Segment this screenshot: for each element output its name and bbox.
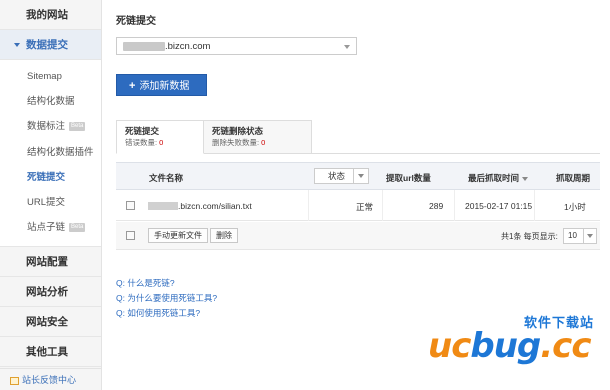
page-size-value: 10 <box>568 231 577 240</box>
nav-section-other-tools[interactable]: 其他工具 <box>0 337 101 368</box>
nav-section-site-analysis[interactable]: 网站分析 <box>0 277 101 308</box>
tab-subtitle: 删除失败数量: 0 <box>212 138 266 147</box>
subnav-item-sitemap[interactable]: Sitemap <box>0 64 101 89</box>
delete-button[interactable]: 删除 <box>210 228 238 243</box>
add-new-data-button[interactable]: + 添加新数据 <box>116 74 207 96</box>
faq-link-how[interactable]: Q: 如何使用死链工具? <box>116 306 217 321</box>
nav-section-site-security[interactable]: 网站安全 <box>0 307 101 338</box>
nav-section-my-site[interactable]: 我的网站 <box>0 0 101 30</box>
faq-link-what[interactable]: Q: 什么是死链? <box>116 276 217 291</box>
table-header: 文件名称 状态 提取url数量 最后抓取时间 抓取周期 <box>116 162 600 190</box>
beta-badge: Beta <box>69 223 86 233</box>
subnav-item-sitelinks[interactable]: 站点子链 Beta <box>0 215 101 240</box>
main-content: 死链提交 .bizcn.com + 添加新数据 死链提交 错误数量: 0 死链删除状… <box>102 0 610 390</box>
row-last-crawl: 2015-02-17 01:15 <box>465 201 533 211</box>
tab-divider <box>312 153 600 154</box>
nav-section-site-config[interactable]: 网站配置 <box>0 247 101 278</box>
row-checkbox[interactable] <box>126 201 135 210</box>
caret-down-icon <box>14 43 20 48</box>
page-title: 死链提交 <box>116 16 156 27</box>
col-crawl-cycle: 抓取周期 <box>556 173 591 183</box>
page-size-select[interactable]: 10 <box>563 228 597 244</box>
subnav-item-url-submit[interactable]: URL提交 <box>0 190 101 215</box>
faq-list: Q: 什么是死链? Q: 为什么要使用死链工具? Q: 如何使用死链工具? <box>116 276 217 321</box>
site-select-value: .bizcn.com <box>165 41 211 52</box>
watermark-brand: ucbug.cc <box>428 326 591 366</box>
chevron-down-icon <box>587 234 593 238</box>
error-count: 0 <box>159 138 164 147</box>
subnav-item-label: 数据标注 <box>27 121 66 133</box>
pager-text: 共1条 每页显示: <box>501 232 558 241</box>
sidebar: 我的网站 数据提交 Sitemap 结构化数据 数据标注 Beta 结构化数据插件… <box>0 0 102 390</box>
col-file-name: 文件名称 <box>149 173 184 183</box>
table-actions: 手动更新文件 删除 共1条 每页显示: 10 <box>116 222 600 250</box>
tab-deadlink-delete-status[interactable]: 死链删除状态 删除失败数量: 0 <box>204 120 312 154</box>
nav-section-data-submit[interactable]: 数据提交 <box>0 30 101 60</box>
redacted-domain <box>123 42 165 51</box>
table-row: .bizcn.com/silian.txt 正常 289 2015-02-17 … <box>116 190 600 221</box>
row-crawl-cycle: 1小时 <box>564 202 586 212</box>
subnav-item-label: 站点子链 <box>27 222 66 234</box>
status-filter-label: 状态 <box>328 171 346 181</box>
tab-title: 死链提交 <box>125 126 160 136</box>
faq-link-why[interactable]: Q: 为什么要使用死链工具? <box>116 291 217 306</box>
beta-badge: Beta <box>69 122 86 132</box>
plus-icon: + <box>129 80 136 92</box>
redacted-domain <box>148 202 178 210</box>
subnav-item-structured-plugin[interactable]: 结构化数据插件 <box>0 140 101 165</box>
manual-update-button[interactable]: 手动更新文件 <box>148 228 208 243</box>
subnav-item-structured-data[interactable]: 结构化数据 <box>0 89 101 114</box>
subnav-item-deadlink[interactable]: 死链提交 <box>0 165 101 190</box>
select-all-checkbox[interactable] <box>126 231 135 240</box>
subnav-item-data-annotation[interactable]: 数据标注 Beta <box>0 114 101 139</box>
tab-subtitle: 错误数量: 0 <box>125 138 164 147</box>
sort-desc-icon <box>522 176 529 181</box>
delete-fail-count: 0 <box>261 138 266 147</box>
row-status: 正常 <box>356 202 374 212</box>
status-filter-dropdown[interactable]: 状态 <box>314 168 369 184</box>
tab-title: 死链删除状态 <box>212 126 264 136</box>
add-button-label: 添加新数据 <box>139 81 190 92</box>
col-last-crawl[interactable]: 最后抓取时间 <box>468 172 529 184</box>
feedback-label: 站长反馈中心 <box>22 375 77 385</box>
watermark-logo: 软件下载站 ucbug.cc <box>428 312 604 376</box>
row-url-count: 289 <box>429 201 444 211</box>
site-select[interactable]: .bizcn.com <box>116 37 357 55</box>
chevron-down-icon <box>358 174 364 178</box>
feedback-link[interactable]: 站长反馈中心 <box>0 368 101 390</box>
nav-section-label: 数据提交 <box>26 39 68 51</box>
col-url-count: 提取url数量 <box>386 173 431 183</box>
tab-deadlink-submit[interactable]: 死链提交 错误数量: 0 <box>116 120 204 154</box>
chevron-down-icon <box>344 45 350 49</box>
subnav: Sitemap 结构化数据 数据标注 Beta 结构化数据插件 死链提交 URL提… <box>0 60 101 248</box>
feedback-icon <box>10 376 19 385</box>
row-file-url[interactable]: .bizcn.com/silian.txt <box>178 201 252 211</box>
